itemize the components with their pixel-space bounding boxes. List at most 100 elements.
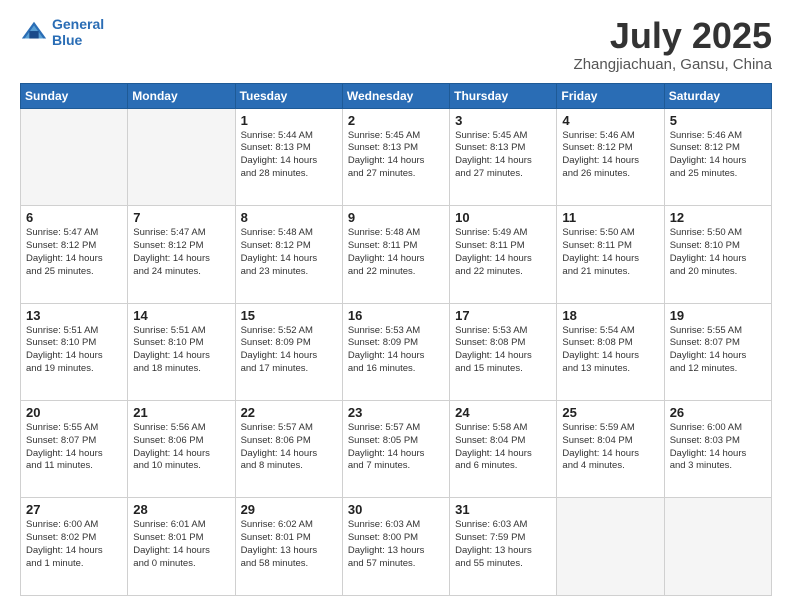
day-number: 30 [348,502,444,517]
day-number: 18 [562,308,658,323]
day-number: 7 [133,210,229,225]
calendar-cell [128,108,235,205]
cell-content: Sunrise: 5:50 AMSunset: 8:11 PMDaylight:… [562,227,658,278]
day-number: 2 [348,113,444,128]
cell-content: Sunrise: 5:57 AMSunset: 8:05 PMDaylight:… [348,422,444,473]
calendar-cell: 28 Sunrise: 6:01 AMSunset: 8:01 PMDayligh… [128,498,235,596]
day-number: 26 [670,405,766,420]
cell-content: Sunrise: 5:51 AMSunset: 8:10 PMDaylight:… [133,325,229,376]
day-number: 3 [455,113,551,128]
calendar-cell: 18 Sunrise: 5:54 AMSunset: 8:08 PMDayligh… [557,303,664,400]
cell-content: Sunrise: 5:59 AMSunset: 8:04 PMDaylight:… [562,422,658,473]
day-number: 11 [562,210,658,225]
day-number: 31 [455,502,551,517]
cell-content: Sunrise: 5:44 AMSunset: 8:13 PMDaylight:… [241,130,337,181]
logo: General Blue [20,16,104,48]
weekday-header-wednesday: Wednesday [342,83,449,108]
day-number: 5 [670,113,766,128]
cell-content: Sunrise: 5:49 AMSunset: 8:11 PMDaylight:… [455,227,551,278]
calendar-cell: 3 Sunrise: 5:45 AMSunset: 8:13 PMDaylight… [450,108,557,205]
calendar-cell: 31 Sunrise: 6:03 AMSunset: 7:59 PMDayligh… [450,498,557,596]
page: General Blue July 2025 Zhangjiachuan, Ga… [0,0,792,612]
calendar-cell: 17Sunrise: 5:53 AMSunset: 8:08 PMDayligh… [450,303,557,400]
header: General Blue July 2025 Zhangjiachuan, Ga… [20,16,772,73]
weekday-header-monday: Monday [128,83,235,108]
cell-content: Sunrise: 5:50 AMSunset: 8:10 PMDaylight:… [670,227,766,278]
calendar-cell: 4 Sunrise: 5:46 AMSunset: 8:12 PMDaylight… [557,108,664,205]
calendar-cell: 11 Sunrise: 5:50 AMSunset: 8:11 PMDayligh… [557,206,664,303]
day-number: 25 [562,405,658,420]
cell-content: Sunrise: 5:48 AMSunset: 8:11 PMDaylight:… [348,227,444,278]
cell-content: Sunrise: 5:53 AMSunset: 8:09 PMDaylight:… [348,325,444,376]
day-number: 24 [455,405,551,420]
day-number: 29 [241,502,337,517]
day-number: 23 [348,405,444,420]
cell-content: Sunrise: 6:01 AMSunset: 8:01 PMDaylight:… [133,519,229,570]
logo-icon [20,18,48,46]
cell-content: Sunrise: 5:47 AMSunset: 8:12 PMDaylight:… [133,227,229,278]
cell-content: Sunrise: 5:46 AMSunset: 8:12 PMDaylight:… [670,130,766,181]
weekday-header-sunday: Sunday [21,83,128,108]
day-number: 15 [241,308,337,323]
calendar-table: SundayMondayTuesdayWednesdayThursdayFrid… [20,83,772,596]
calendar-cell: 6Sunrise: 5:47 AMSunset: 8:12 PMDaylight… [21,206,128,303]
cell-content: Sunrise: 5:45 AMSunset: 8:13 PMDaylight:… [348,130,444,181]
calendar-week-5: 27 Sunrise: 6:00 AMSunset: 8:02 PMDayligh… [21,498,772,596]
cell-content: Sunrise: 6:03 AMSunset: 7:59 PMDaylight:… [455,519,551,570]
cell-content: Sunrise: 5:55 AMSunset: 8:07 PMDaylight:… [26,422,122,473]
calendar-cell: 13Sunrise: 5:51 AMSunset: 8:10 PMDayligh… [21,303,128,400]
cell-content: Sunrise: 5:56 AMSunset: 8:06 PMDaylight:… [133,422,229,473]
calendar-cell: 21Sunrise: 5:56 AMSunset: 8:06 PMDayligh… [128,401,235,498]
calendar-cell: 29 Sunrise: 6:02 AMSunset: 8:01 PMDayligh… [235,498,342,596]
calendar-cell: 20Sunrise: 5:55 AMSunset: 8:07 PMDayligh… [21,401,128,498]
day-number: 9 [348,210,444,225]
day-number: 14 [133,308,229,323]
calendar-cell: 14 Sunrise: 5:51 AMSunset: 8:10 PMDayligh… [128,303,235,400]
day-number: 4 [562,113,658,128]
location: Zhangjiachuan, Gansu, China [574,56,772,73]
calendar-cell: 16 Sunrise: 5:53 AMSunset: 8:09 PMDayligh… [342,303,449,400]
calendar-week-2: 6Sunrise: 5:47 AMSunset: 8:12 PMDaylight… [21,206,772,303]
cell-content: Sunrise: 6:03 AMSunset: 8:00 PMDaylight:… [348,519,444,570]
calendar-cell: 7 Sunrise: 5:47 AMSunset: 8:12 PMDaylight… [128,206,235,303]
title-block: July 2025 Zhangjiachuan, Gansu, China [574,16,772,73]
calendar-cell [21,108,128,205]
cell-content: Sunrise: 6:00 AMSunset: 8:02 PMDaylight:… [26,519,122,570]
cell-content: Sunrise: 5:55 AMSunset: 8:07 PMDaylight:… [670,325,766,376]
day-number: 28 [133,502,229,517]
cell-content: Sunrise: 5:45 AMSunset: 8:13 PMDaylight:… [455,130,551,181]
month-title: July 2025 [574,16,772,56]
weekday-header-row: SundayMondayTuesdayWednesdayThursdayFrid… [21,83,772,108]
cell-content: Sunrise: 5:48 AMSunset: 8:12 PMDaylight:… [241,227,337,278]
day-number: 1 [241,113,337,128]
day-number: 22 [241,405,337,420]
calendar-cell: 15 Sunrise: 5:52 AMSunset: 8:09 PMDayligh… [235,303,342,400]
calendar-cell: 12Sunrise: 5:50 AMSunset: 8:10 PMDayligh… [664,206,771,303]
cell-content: Sunrise: 6:00 AMSunset: 8:03 PMDaylight:… [670,422,766,473]
cell-content: Sunrise: 5:52 AMSunset: 8:09 PMDaylight:… [241,325,337,376]
day-number: 19 [670,308,766,323]
cell-content: Sunrise: 6:02 AMSunset: 8:01 PMDaylight:… [241,519,337,570]
day-number: 27 [26,502,122,517]
weekday-header-tuesday: Tuesday [235,83,342,108]
calendar-week-3: 13Sunrise: 5:51 AMSunset: 8:10 PMDayligh… [21,303,772,400]
calendar-cell: 9 Sunrise: 5:48 AMSunset: 8:11 PMDaylight… [342,206,449,303]
calendar-cell: 1 Sunrise: 5:44 AMSunset: 8:13 PMDaylight… [235,108,342,205]
calendar-cell: 27 Sunrise: 6:00 AMSunset: 8:02 PMDayligh… [21,498,128,596]
calendar-cell: 19 Sunrise: 5:55 AMSunset: 8:07 PMDayligh… [664,303,771,400]
cell-content: Sunrise: 5:58 AMSunset: 8:04 PMDaylight:… [455,422,551,473]
weekday-header-thursday: Thursday [450,83,557,108]
calendar-cell: 10 Sunrise: 5:49 AMSunset: 8:11 PMDayligh… [450,206,557,303]
day-number: 10 [455,210,551,225]
cell-content: Sunrise: 5:54 AMSunset: 8:08 PMDaylight:… [562,325,658,376]
cell-content: Sunrise: 5:46 AMSunset: 8:12 PMDaylight:… [562,130,658,181]
calendar-cell: 2 Sunrise: 5:45 AMSunset: 8:13 PMDaylight… [342,108,449,205]
calendar-cell: 24 Sunrise: 5:58 AMSunset: 8:04 PMDayligh… [450,401,557,498]
logo-text: General Blue [52,16,104,48]
weekday-header-saturday: Saturday [664,83,771,108]
calendar-cell: 8Sunrise: 5:48 AMSunset: 8:12 PMDaylight… [235,206,342,303]
calendar-cell: 25 Sunrise: 5:59 AMSunset: 8:04 PMDayligh… [557,401,664,498]
cell-content: Sunrise: 5:47 AMSunset: 8:12 PMDaylight:… [26,227,122,278]
weekday-header-friday: Friday [557,83,664,108]
day-number: 16 [348,308,444,323]
